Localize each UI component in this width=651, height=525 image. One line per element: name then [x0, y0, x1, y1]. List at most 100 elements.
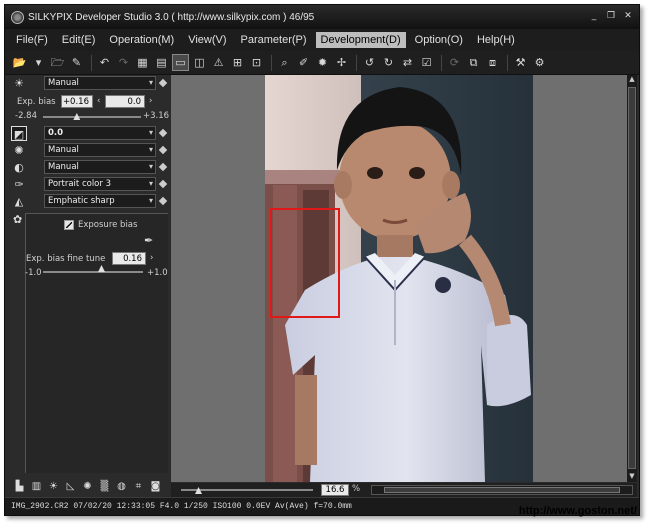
app-logo-icon [11, 10, 24, 24]
zoom-slider[interactable] [181, 489, 313, 491]
restore-button[interactable]: ❐ [604, 10, 618, 23]
noise-icon[interactable]: ▒ [97, 479, 112, 494]
hue-select[interactable]: Manual ▾ [44, 143, 156, 157]
flip-icon[interactable]: ⇄ [399, 54, 416, 71]
grid-icon[interactable]: ⊞ [229, 54, 246, 71]
exp-bias-value2[interactable]: 0.0 [105, 95, 145, 108]
exposure-bias-check-label: Exposure bias [78, 220, 138, 230]
sharpness-value: Emphatic sharp [48, 196, 115, 206]
exp-bias-arrow-right-icon[interactable]: › [149, 96, 152, 106]
rotate-right-icon[interactable]: ↻ [380, 54, 397, 71]
toolbar: 📂 ▾ 🗁 ✎ ↶ ↷ ▦ ▤ ▭ ◫ ⚠ ⊞ ⊡ ⌕ ✐ ✹ ✢ ↺ ↻ ⇄ … [5, 51, 639, 75]
chevron-down-icon: ▾ [148, 145, 153, 154]
color-select[interactable]: Portrait color 3 ▾ [44, 177, 156, 191]
paste-params-icon[interactable]: ⧈ [484, 54, 501, 71]
horizontal-scrollbar[interactable] [371, 485, 633, 495]
contrast-icon: ◐ [14, 161, 24, 174]
undo-icon[interactable]: ↶ [96, 54, 113, 71]
menu-view[interactable]: View(V) [183, 32, 231, 48]
tools-icon[interactable]: ⚒ [512, 54, 529, 71]
thumbnail-view-icon[interactable]: ▦ [134, 54, 151, 71]
vertical-scrollbar[interactable]: ▲ ▼ [627, 75, 637, 482]
exp-bias-min: -2.84 [15, 111, 37, 121]
mark-icon[interactable]: ☑ [418, 54, 435, 71]
compare-view-icon[interactable]: ◫ [191, 54, 208, 71]
zoom-icon[interactable]: ⌕ [276, 54, 293, 71]
open-folder-icon[interactable]: 📂 [11, 54, 28, 71]
vertical-scroll-thumb[interactable] [628, 87, 636, 469]
control-panel: ☀ Manual ▾ Exp. bias +0.16 ‹ 0.0 › -2.84 … [9, 75, 170, 473]
white-balance-value: Manual [48, 78, 79, 88]
contrast-select[interactable]: Manual ▾ [44, 160, 156, 174]
lens-icon[interactable]: ◍ [114, 479, 129, 494]
tone-value: 0.0 [48, 128, 64, 138]
menu-operation[interactable]: Operation(M) [104, 32, 179, 48]
white-balance-icon: ☀ [14, 77, 24, 90]
scroll-down-icon[interactable]: ▼ [627, 472, 637, 482]
zoom-bar: 16.6 % [171, 483, 637, 497]
menu-development[interactable]: Development(D) [315, 32, 406, 48]
histogram-icon[interactable]: ▙ [12, 479, 27, 494]
warning-icon[interactable]: ⚠ [210, 54, 227, 71]
wb-picker-icon[interactable]: ✐ [295, 54, 312, 71]
copy-params-icon[interactable]: ⧉ [465, 54, 482, 71]
chevron-down-icon: ▾ [148, 128, 153, 137]
settings-icon[interactable]: ⚙ [531, 54, 548, 71]
color-wheel-icon[interactable]: ✺ [80, 479, 95, 494]
horizontal-scroll-thumb[interactable] [384, 487, 620, 493]
fine-tune-arrow-icon[interactable]: › [150, 253, 153, 263]
dust-icon[interactable]: ✹ [314, 54, 331, 71]
chevron-down-icon: ▾ [148, 179, 153, 188]
preview-photo [265, 75, 533, 482]
menu-file[interactable]: File(F) [11, 32, 53, 48]
fit-icon[interactable]: ⊡ [248, 54, 265, 71]
contrast-value: Manual [48, 162, 79, 172]
title-bar: SILKYPIX Developer Studio 3.0 ( http://w… [5, 5, 639, 29]
tone-curve-icon: ◩ [11, 126, 27, 141]
camera-icon[interactable]: ◙ [148, 479, 163, 494]
rotate-left-icon[interactable]: ↺ [361, 54, 378, 71]
menu-parameter[interactable]: Parameter(P) [236, 32, 312, 48]
zoom-unit: % [352, 484, 361, 494]
exp-bias-slider[interactable] [43, 116, 141, 118]
sync-icon[interactable]: ⟳ [446, 54, 463, 71]
sharpness-select[interactable]: Emphatic sharp ▾ [44, 194, 156, 208]
close-button[interactable]: ✕ [621, 10, 635, 23]
exp-bias-max: +3.16 [143, 111, 170, 121]
chevron-down-icon: ▾ [148, 162, 153, 171]
tone-select[interactable]: 0.0 ▾ [44, 126, 156, 140]
fine-tune-min: -1.0 [25, 268, 42, 278]
exposure-bias-checkbox[interactable] [64, 220, 74, 230]
minimize-button[interactable]: _ [587, 10, 601, 23]
open-folder-menu-icon[interactable]: ▾ [30, 54, 47, 71]
redo-icon[interactable]: ↷ [115, 54, 132, 71]
preview-view-icon[interactable]: ▤ [153, 54, 170, 71]
color-value: Portrait color 3 [48, 179, 111, 189]
zoom-input[interactable]: 16.6 [321, 484, 349, 496]
menu-help[interactable]: Help(H) [472, 32, 520, 48]
spot-icon[interactable]: ✢ [333, 54, 350, 71]
single-view-icon[interactable]: ▭ [172, 54, 189, 71]
menu-bar: File(F) Edit(E) Operation(M) View(V) Par… [5, 29, 639, 51]
exp-bias-arrow-left-icon[interactable]: ‹ [97, 96, 100, 106]
menu-edit[interactable]: Edit(E) [57, 32, 101, 48]
exp-bias-input[interactable]: +0.16 [61, 95, 93, 108]
exp-bias-label: Exp. bias [17, 97, 56, 107]
hue-value: Manual [48, 145, 79, 155]
wb-adjust-icon[interactable]: ☀ [46, 479, 61, 494]
watermark-text: http://www.goston.net/ [518, 505, 637, 517]
scroll-up-icon[interactable]: ▲ [627, 75, 637, 85]
image-viewer[interactable] [171, 75, 627, 482]
chevron-down-icon: ▾ [148, 196, 153, 205]
open-file-icon[interactable]: 🗁 [49, 54, 66, 71]
dropper-icon[interactable]: ✒ [144, 234, 153, 247]
levels-icon[interactable]: ▥ [29, 479, 44, 494]
chevron-down-icon: ▾ [148, 78, 153, 87]
develop-icon[interactable]: ✎ [68, 54, 85, 71]
fine-tune-slider[interactable] [43, 271, 143, 273]
fine-tune-input[interactable]: 0.16 [112, 252, 146, 265]
crop-icon[interactable]: ⌗ [131, 479, 146, 494]
menu-option[interactable]: Option(O) [410, 32, 468, 48]
curve-icon[interactable]: ◺ [63, 479, 78, 494]
white-balance-select[interactable]: Manual ▾ [44, 76, 156, 90]
